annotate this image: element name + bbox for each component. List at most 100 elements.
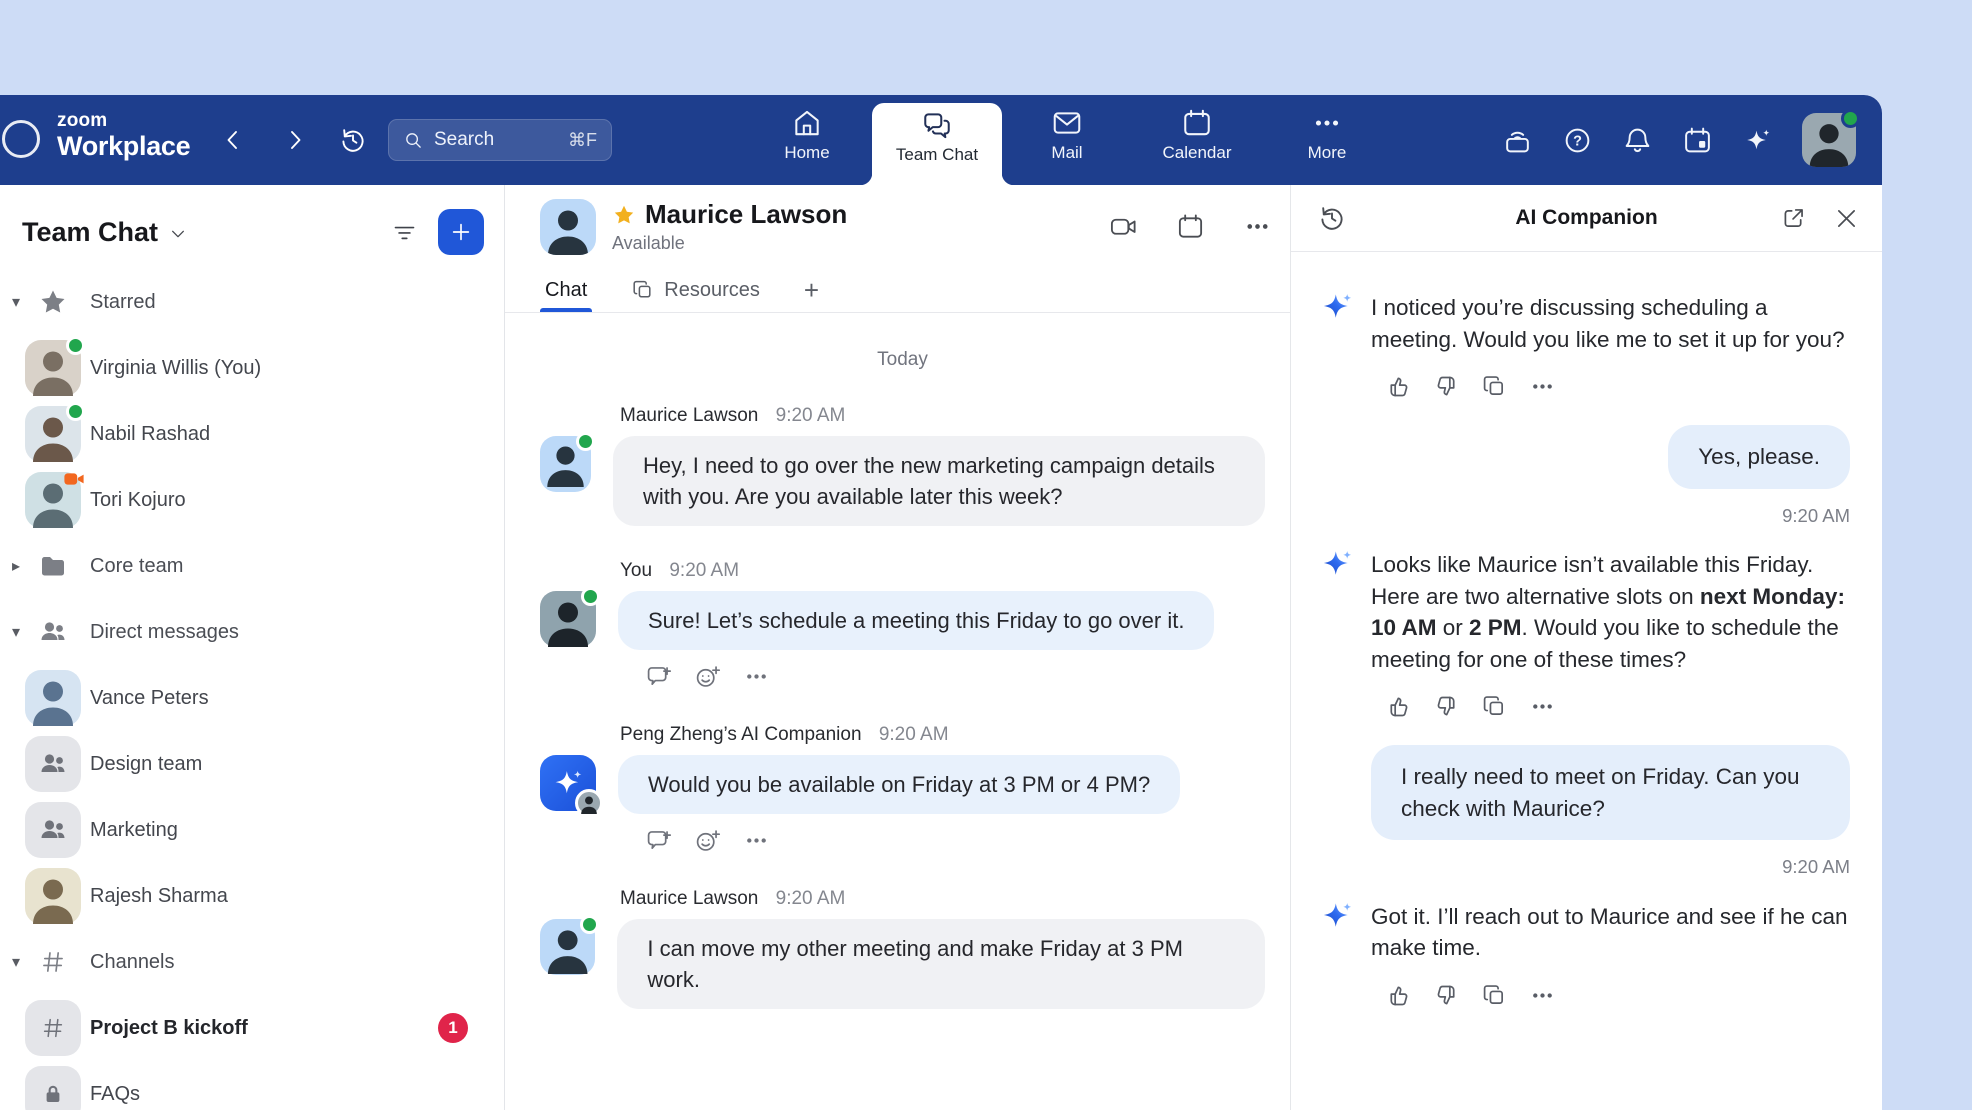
sidebar-item-label: Nabil Rashad bbox=[90, 423, 210, 446]
search-input[interactable]: Search ⌘F bbox=[388, 119, 612, 161]
avatar bbox=[25, 472, 81, 528]
search-shortcut: ⌘F bbox=[568, 130, 597, 151]
sidebar-item-design-team[interactable]: Design team bbox=[0, 731, 504, 797]
forward-icon[interactable] bbox=[280, 125, 310, 155]
tab-resources[interactable]: Resources bbox=[626, 268, 765, 312]
sidebar-item-rajesh-sharma[interactable]: Rajesh Sharma bbox=[0, 863, 504, 929]
close-icon[interactable] bbox=[1833, 205, 1860, 232]
sidebar-item-label: Marketing bbox=[90, 819, 178, 842]
message-time: 9:20 AM bbox=[879, 724, 949, 745]
reply-icon[interactable] bbox=[645, 827, 672, 854]
ai-companion-avatar[interactable] bbox=[540, 755, 596, 811]
avatar bbox=[25, 868, 81, 924]
more-icon[interactable] bbox=[743, 827, 770, 854]
sidebar-item-starred[interactable]: ▾Starred bbox=[0, 269, 504, 335]
thumbs-up-icon[interactable] bbox=[1385, 373, 1412, 400]
tab-resources-label: Resources bbox=[664, 279, 760, 302]
copy-icon[interactable] bbox=[1481, 982, 1508, 1009]
sidebar-item-marketing[interactable]: Marketing bbox=[0, 797, 504, 863]
ai-message: I noticed you’re discussing scheduling a… bbox=[1319, 292, 1850, 400]
open-external-icon[interactable] bbox=[1780, 205, 1807, 232]
emoji-add-icon[interactable] bbox=[694, 827, 721, 854]
ai-feedback-actions bbox=[1385, 373, 1850, 400]
people-icon bbox=[38, 815, 68, 845]
sidebar-item-virginia-willis-you[interactable]: Virginia Willis (You) bbox=[0, 335, 504, 401]
message-avatar[interactable] bbox=[540, 919, 595, 975]
presence-online-dot bbox=[580, 915, 599, 934]
tab-chat[interactable]: Chat bbox=[540, 268, 592, 312]
ai-feedback-actions bbox=[1385, 982, 1850, 1009]
add-tab-button[interactable]: + bbox=[799, 268, 824, 312]
message-header: You 9:20 AM bbox=[620, 560, 1265, 582]
group-avatar bbox=[25, 736, 81, 792]
message-list: Today Maurice Lawson 9:20 AM Hey, I need… bbox=[505, 313, 1290, 1110]
more-icon[interactable] bbox=[1243, 212, 1272, 241]
ai-sparkle-icon bbox=[1319, 898, 1355, 934]
more-icon[interactable] bbox=[1529, 982, 1556, 1009]
copy-icon[interactable] bbox=[1481, 693, 1508, 720]
caret-right-icon: ▸ bbox=[8, 556, 24, 576]
sidebar-item-project-b-kickoff[interactable]: Project B kickoff1 bbox=[0, 995, 504, 1061]
thumbs-down-icon[interactable] bbox=[1433, 982, 1460, 1009]
back-icon[interactable] bbox=[218, 125, 248, 155]
more-icon[interactable] bbox=[743, 663, 770, 690]
message-bubble: Would you be available on Friday at 3 PM… bbox=[618, 755, 1180, 814]
chat-peer-name: Maurice Lawson bbox=[645, 199, 847, 230]
nav-tab-home[interactable]: Home bbox=[742, 95, 872, 185]
chat-peer-avatar[interactable] bbox=[540, 199, 596, 255]
thumbs-down-icon[interactable] bbox=[1433, 693, 1460, 720]
sidebar-item-nabil-rashad[interactable]: Nabil Rashad bbox=[0, 401, 504, 467]
sidebar-item-core-team[interactable]: ▸Core team bbox=[0, 533, 504, 599]
channel-avatar bbox=[25, 1066, 81, 1110]
ai-message-time: 9:20 AM bbox=[1782, 851, 1850, 883]
more-icon bbox=[1311, 107, 1343, 139]
nav-tab-team-chat[interactable]: Team Chat bbox=[872, 103, 1002, 185]
nav-tab-more[interactable]: More bbox=[1262, 95, 1392, 185]
new-chat-button[interactable] bbox=[438, 209, 484, 255]
nav-tab-mail[interactable]: Mail bbox=[1002, 95, 1132, 185]
copy-icon[interactable] bbox=[1481, 373, 1508, 400]
team-chat-sidebar: Team Chat ▾StarredVirginia Willis (You) N… bbox=[0, 185, 505, 1110]
avatar-silhouette bbox=[25, 670, 81, 726]
sidebar-item-faqs[interactable]: FAQs bbox=[0, 1061, 504, 1110]
date-divider: Today bbox=[540, 349, 1265, 371]
sidebar-item-vance-peters[interactable]: Vance Peters bbox=[0, 665, 504, 731]
history-icon[interactable] bbox=[338, 125, 368, 155]
top-navbar: zoom Workplace Search ⌘F HomeTeam ChatMa… bbox=[0, 95, 1882, 185]
message-author: You bbox=[620, 560, 652, 581]
nav-tab-calendar[interactable]: Calendar bbox=[1132, 95, 1262, 185]
reply-icon[interactable] bbox=[645, 663, 672, 690]
unread-badge: 1 bbox=[438, 1013, 468, 1043]
channel-avatar bbox=[25, 1000, 81, 1056]
message-bubble: Sure! Let’s schedule a meeting this Frid… bbox=[618, 591, 1214, 650]
starred-icon[interactable] bbox=[612, 203, 636, 227]
help-icon[interactable]: ? bbox=[1562, 125, 1593, 156]
people-icon bbox=[38, 617, 68, 647]
sidebar-item-label: Vance Peters bbox=[90, 687, 209, 710]
nav-tab-label: More bbox=[1308, 143, 1347, 163]
sidebar-title-dropdown[interactable]: Team Chat bbox=[22, 217, 188, 248]
more-icon[interactable] bbox=[1529, 693, 1556, 720]
thumbs-up-icon[interactable] bbox=[1385, 982, 1412, 1009]
meetings-calendar-icon[interactable] bbox=[1682, 125, 1713, 156]
user-avatar[interactable] bbox=[1802, 113, 1856, 167]
message-avatar[interactable] bbox=[540, 591, 596, 647]
thumbs-down-icon[interactable] bbox=[1433, 373, 1460, 400]
calendar-icon bbox=[1181, 107, 1213, 139]
message-header: Maurice Lawson 9:20 AM bbox=[620, 888, 1265, 910]
thumbs-up-icon[interactable] bbox=[1385, 693, 1412, 720]
filter-icon[interactable] bbox=[391, 219, 418, 246]
video-icon[interactable] bbox=[1109, 212, 1138, 241]
message-avatar[interactable] bbox=[540, 436, 591, 492]
ai-message-text: I noticed you’re discussing scheduling a… bbox=[1371, 295, 1845, 352]
schedule-icon[interactable] bbox=[1176, 212, 1205, 241]
sidebar-item-tori-kojuro[interactable]: Tori Kojuro bbox=[0, 467, 504, 533]
ai-companion-icon[interactable] bbox=[1742, 125, 1773, 156]
devices-icon[interactable] bbox=[1502, 125, 1533, 156]
emoji-add-icon[interactable] bbox=[694, 663, 721, 690]
notifications-icon[interactable] bbox=[1622, 125, 1653, 156]
sidebar-item-channels[interactable]: ▾Channels bbox=[0, 929, 504, 995]
sidebar-item-direct-messages[interactable]: ▾Direct messages bbox=[0, 599, 504, 665]
more-icon[interactable] bbox=[1529, 373, 1556, 400]
tab-chat-label: Chat bbox=[545, 279, 587, 302]
